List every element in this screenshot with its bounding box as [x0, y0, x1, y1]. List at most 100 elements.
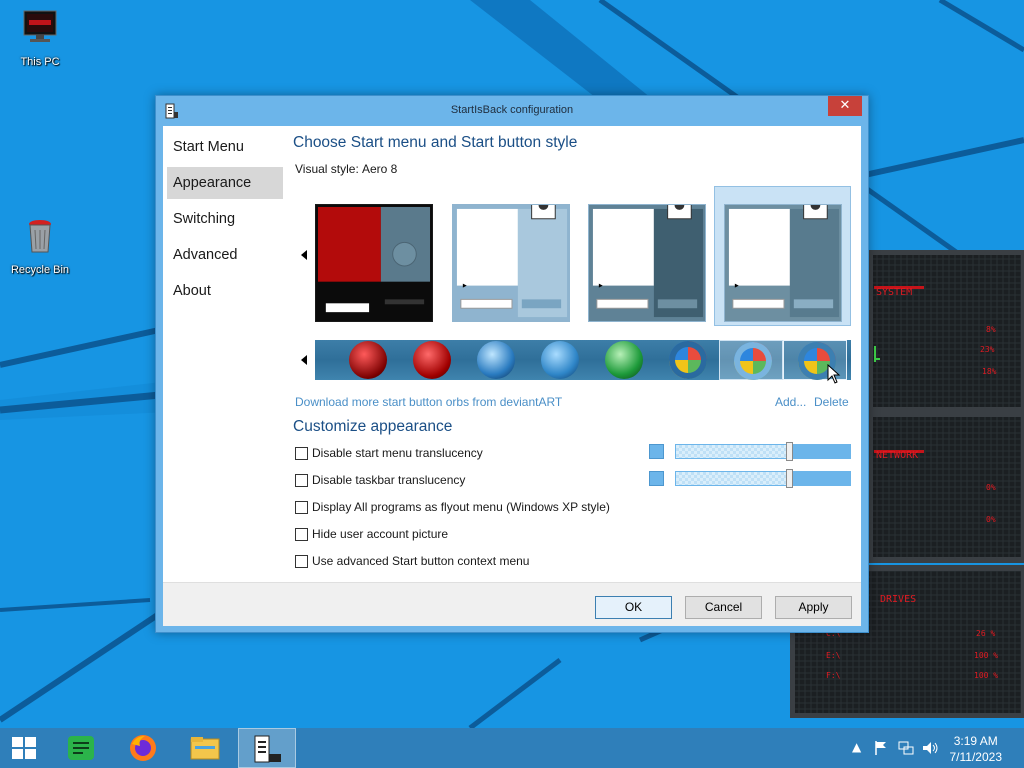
option-label: Disable taskbar translucency	[312, 473, 466, 487]
sidebar-item-advanced[interactable]: Advanced	[167, 239, 283, 271]
desktop-icon-recycle-bin[interactable]: Recycle Bin	[8, 216, 72, 276]
sidebar-item-appearance[interactable]: Appearance	[167, 167, 283, 199]
startisback-config-window: StartIsBack configuration ✕ Start Menu A…	[155, 95, 869, 633]
widget-system-value: 18%	[982, 367, 997, 376]
slider-fill	[791, 472, 850, 485]
style-preview-2[interactable]	[452, 204, 570, 322]
section-heading-style: Choose Start menu and Start button style	[293, 134, 578, 151]
notes-app-icon	[68, 736, 94, 760]
sidebar: Start Menu Appearance Switching Advanced…	[163, 126, 289, 582]
desktop-icon-this-pc[interactable]: This PC	[8, 8, 72, 68]
previous-orb-arrow-icon[interactable]	[301, 355, 307, 365]
widget-drive-value: 100 %	[974, 671, 998, 680]
previous-style-arrow-icon[interactable]	[301, 250, 307, 260]
recycle-bin-icon	[29, 220, 51, 253]
style-preview-4-selected[interactable]	[724, 204, 842, 322]
alienware-orb-icon	[349, 341, 387, 379]
widget-drive-label: F:\	[826, 671, 841, 680]
dialog-footer: OK Cancel Apply	[163, 582, 861, 626]
checkbox[interactable]	[295, 501, 308, 514]
computer-icon	[23, 10, 57, 42]
checkbox[interactable]	[295, 555, 308, 568]
add-orb-link[interactable]: Add...	[775, 395, 806, 409]
ok-button[interactable]: OK	[595, 596, 672, 619]
orb-option[interactable]	[335, 340, 399, 380]
window-title: StartIsBack configuration	[450, 104, 574, 116]
orb-option[interactable]	[463, 340, 527, 380]
visual-style-label: Visual style:	[295, 162, 359, 176]
delete-orb-link[interactable]: Delete	[814, 395, 849, 409]
action-center-flag-icon[interactable]	[874, 740, 888, 756]
checkbox[interactable]	[295, 474, 308, 487]
widget-drive-value: 100 %	[974, 651, 998, 660]
desktop: This PC Recycle Bin SYSTEM NETWORK DRIVE…	[0, 0, 1024, 728]
desktop-icon-label: This PC	[20, 56, 60, 68]
plain-blue-orb-icon	[541, 341, 579, 379]
sidebar-item-about[interactable]: About	[167, 275, 283, 307]
widget-system-value: 23%	[980, 345, 995, 354]
clock[interactable]: 3:19 AM 7/11/2023	[950, 733, 1003, 765]
slider-thumb[interactable]	[786, 469, 793, 488]
option-label: Disable start menu translucency	[312, 446, 483, 460]
cancel-button[interactable]: Cancel	[685, 596, 762, 619]
style-preview-3[interactable]	[588, 204, 706, 322]
clock-date: 7/11/2023	[949, 750, 1003, 764]
clover-orb-icon	[605, 341, 643, 379]
taskbar-color-control	[649, 469, 851, 488]
orb-option-selected[interactable]	[719, 340, 783, 380]
orb-option[interactable]	[655, 340, 719, 380]
orb-option[interactable]	[399, 340, 463, 380]
taskbar-firefox[interactable]	[114, 728, 172, 768]
slider-fill	[791, 445, 850, 458]
window-client-area: Start Menu Appearance Switching Advanced…	[163, 126, 861, 626]
slider-thumb[interactable]	[786, 442, 793, 461]
file-explorer-icon	[190, 737, 220, 760]
desktop-icon-label: Recycle Bin	[10, 264, 70, 276]
taskbar-color-swatch[interactable]	[649, 471, 664, 486]
windows7-orb-icon	[734, 342, 772, 380]
blue-windows-orb-icon	[477, 341, 515, 379]
taskbar-startisback-config[interactable]	[238, 728, 296, 768]
download-orbs-link[interactable]: Download more start button orbs from dev…	[295, 395, 562, 409]
taskbar-notes-app[interactable]	[52, 728, 110, 768]
sidebar-item-start-menu[interactable]: Start Menu	[167, 131, 283, 163]
network-icon[interactable]	[898, 740, 914, 756]
checkbox[interactable]	[295, 528, 308, 541]
startisback-config-icon	[254, 735, 281, 763]
show-hidden-icons-chevron-up-icon[interactable]: ▲	[852, 740, 861, 754]
orb-option[interactable]	[527, 340, 591, 380]
section-heading-customize: Customize appearance	[293, 418, 453, 435]
firefox-icon	[130, 735, 156, 761]
red-windows-orb-icon	[413, 341, 451, 379]
option-label: Hide user account picture	[312, 527, 449, 541]
start-button[interactable]	[0, 728, 58, 768]
clock-time: 3:19 AM	[953, 734, 998, 748]
start-menu-color-control	[649, 442, 851, 461]
close-button[interactable]: ✕	[828, 96, 862, 116]
option-label: Use advanced Start button context menu	[312, 554, 530, 568]
start-button-orb-strip	[315, 340, 851, 380]
widget-drives-title: DRIVES	[880, 594, 916, 605]
start-menu-color-swatch[interactable]	[649, 444, 664, 459]
start-icon	[12, 737, 36, 759]
widget-system-value: 8%	[986, 325, 996, 334]
widget-drive-value: 26 %	[976, 629, 995, 638]
taskbar-file-explorer[interactable]	[176, 728, 234, 768]
widget-drive-label: E:\	[826, 651, 841, 660]
visual-style-value[interactable]: Aero 8	[362, 162, 397, 176]
title-bar[interactable]: StartIsBack configuration ✕	[156, 96, 868, 126]
sidebar-item-switching[interactable]: Switching	[167, 203, 283, 235]
style-preview-1[interactable]	[315, 204, 433, 322]
apply-button[interactable]: Apply	[775, 596, 852, 619]
close-icon: ✕	[839, 98, 851, 113]
widget-network-title: NETWORK	[876, 450, 918, 461]
widget-network-value: 0%	[986, 515, 996, 524]
windows7-dark-orb-icon	[669, 341, 707, 379]
checkbox[interactable]	[295, 447, 308, 460]
taskbar-opacity-slider[interactable]	[675, 469, 851, 488]
orb-option[interactable]	[591, 340, 655, 380]
taskbar: ▲ 3:19 AM 7/11/2023	[0, 728, 1024, 768]
mouse-cursor-icon	[827, 364, 841, 384]
start-menu-opacity-slider[interactable]	[675, 442, 851, 461]
volume-icon[interactable]	[922, 740, 940, 756]
